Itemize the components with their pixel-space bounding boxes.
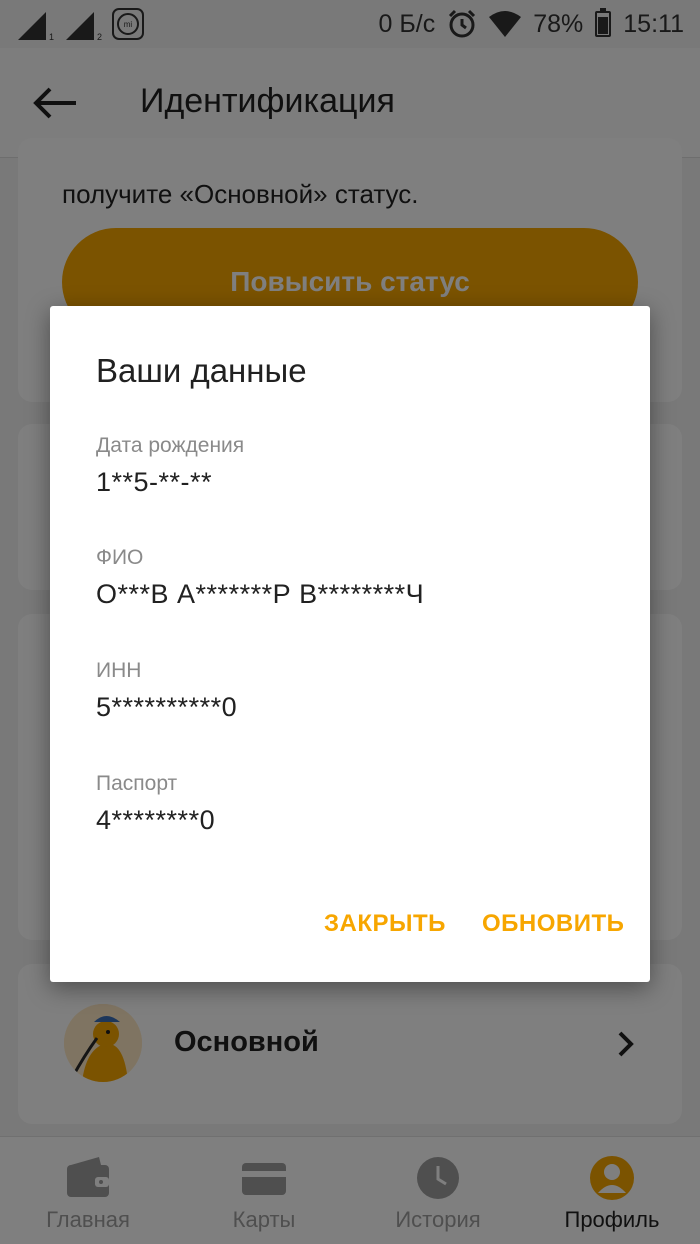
field-label: ИНН xyxy=(96,659,142,682)
field-birth-date: Дата рождения 1**5-**-** xyxy=(96,432,616,500)
dialog-title: Ваши данные xyxy=(96,352,307,389)
user-data-dialog: Ваши данные Дата рождения 1**5-**-** ФИО… xyxy=(50,306,650,982)
field-value: 1**5-**-** xyxy=(96,467,213,497)
field-label: ФИО xyxy=(96,546,144,569)
field-value: О***В А*******Р В********Ч xyxy=(96,579,425,609)
field-passport: Паспорт 4********0 xyxy=(96,770,616,838)
field-label: Дата рождения xyxy=(96,434,245,457)
field-value: 5**********0 xyxy=(96,692,238,722)
field-inn: ИНН 5**********0 xyxy=(96,657,616,725)
update-button[interactable]: ОБНОВИТЬ xyxy=(482,910,624,938)
field-label: Паспорт xyxy=(96,772,178,795)
field-value: 4********0 xyxy=(96,805,216,835)
close-button[interactable]: ЗАКРЫТЬ xyxy=(324,910,446,938)
field-full-name: ФИО О***В А*******Р В********Ч xyxy=(96,544,616,612)
